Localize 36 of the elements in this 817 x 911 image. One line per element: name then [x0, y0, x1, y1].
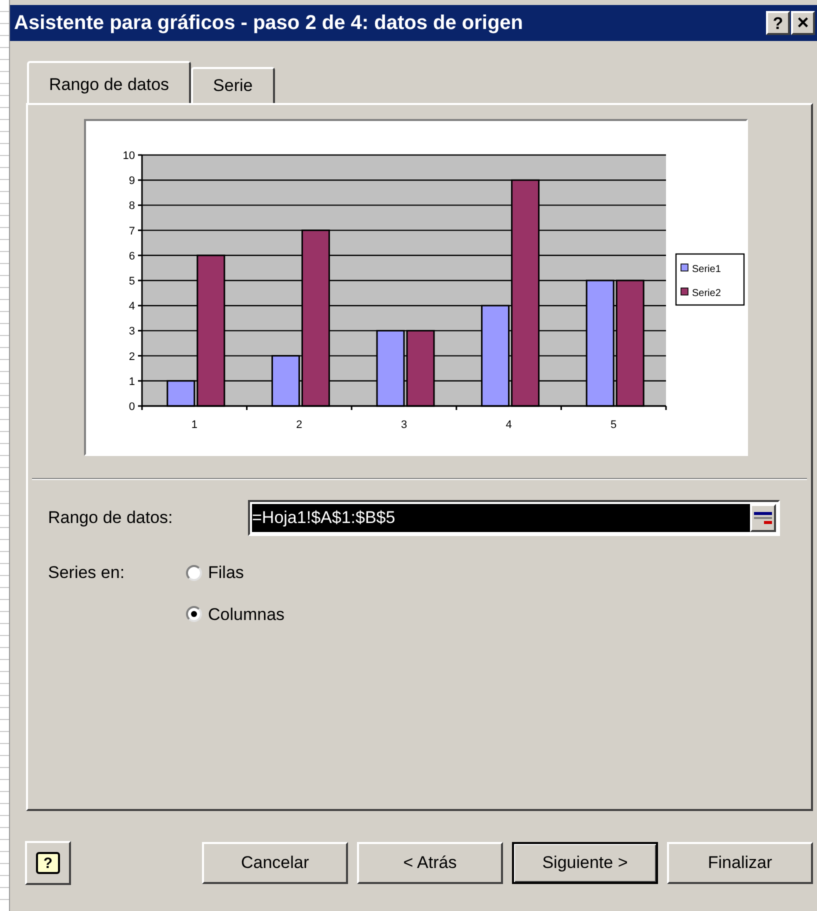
tab[interactable]: Serie — [191, 67, 275, 103]
dialog-button[interactable]: Cancelar — [202, 842, 348, 884]
collapse-dialog-icon[interactable] — [750, 504, 776, 532]
dialog-button[interactable]: Finalizar — [667, 842, 813, 884]
axis-label: 10 — [122, 150, 135, 162]
radio-button[interactable] — [186, 564, 202, 581]
field-label: Rango de datos: — [48, 507, 174, 530]
axis-label: 5 — [128, 276, 135, 288]
default-button[interactable]: Siguiente > — [512, 842, 658, 884]
group-label: Series en: — [48, 562, 126, 584]
axis-label: 6 — [128, 250, 135, 262]
axis-label: 0 — [128, 401, 135, 413]
range-field[interactable]: =Hoja1!$A$1:$B$5 — [248, 500, 780, 536]
axis-label: 9 — [128, 175, 135, 188]
axis-label: 4 — [506, 419, 512, 431]
help-button[interactable]: ? — [25, 841, 71, 885]
radio-option[interactable]: Columnas — [186, 602, 285, 627]
dialog-button[interactable]: < Atrás — [357, 842, 503, 884]
axis-label: 1 — [191, 419, 198, 431]
axis-label: 5 — [610, 419, 617, 431]
close-button[interactable]: × — [791, 11, 815, 35]
tab[interactable]: Rango de datos — [27, 61, 192, 103]
axis-label: 2 — [296, 419, 302, 431]
axis-label: 8 — [128, 200, 135, 212]
radio-button[interactable] — [186, 606, 202, 622]
axis-label: 4 — [128, 300, 135, 313]
help-button[interactable]: ? — [766, 11, 790, 35]
axis-label: 3 — [400, 419, 408, 431]
axis-label: 7 — [128, 225, 135, 238]
axis-label: 2 — [128, 350, 135, 363]
axis-label: 1 — [128, 376, 135, 388]
radio-option[interactable]: Filas — [186, 560, 285, 586]
legend-label: Serie1 — [692, 264, 721, 275]
legend-label: Serie2 — [692, 288, 721, 299]
window-title: Asistente para gráficos - paso 2 de 4: datos de origen — [14, 11, 524, 36]
axis-label: 3 — [128, 326, 135, 338]
